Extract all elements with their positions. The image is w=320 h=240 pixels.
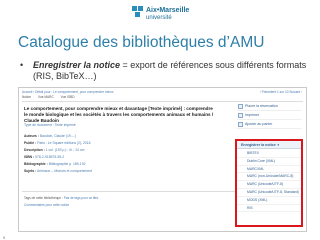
actions-sidebar: Placer la réservation Imprimer Ajouter a… [237, 102, 301, 129]
action-label: Placer la réservation [245, 104, 278, 108]
hold-icon [238, 104, 243, 109]
bullet-bold: Enregistrer la notice [33, 60, 121, 70]
record-doc-type: Type de document : Texte imprimé [24, 123, 76, 127]
field-published: Publié : Paris : Le Square éditions (2),… [24, 141, 91, 145]
field-value: Bibliographie p. 189-192 [48, 162, 86, 166]
action-label: Imprimer [245, 113, 260, 117]
chevron-down-icon: ▼ [276, 143, 280, 147]
logo-text: Aix•Marseille [146, 7, 190, 14]
export-format-item[interactable]: MODS (XML) [237, 197, 301, 205]
comments-link[interactable]: Commentaires pour cette notice [24, 203, 69, 207]
export-format-list: BIBTEX Dublin Core (XML) MARCXML MARC (n… [237, 149, 301, 213]
logo-mark-icon [132, 6, 144, 18]
field-label: Publié : [24, 141, 37, 145]
field-label: ISBN : [24, 155, 35, 159]
tags-label: Tags de cette bibliothèque : [24, 196, 63, 200]
print-icon [238, 113, 243, 118]
export-format-item[interactable]: MARCXML [237, 166, 301, 174]
slide-title: Catalogue des bibliothèques d’AMU [18, 34, 265, 51]
field-authors: Auteurs : Baudoin, Claude (19..-.) [24, 134, 76, 138]
export-format-item[interactable]: BIBTEX [237, 150, 301, 158]
amu-logo: Aix•Marseille université [132, 4, 190, 34]
field-value: 1 vol. (193 p.) : ill. ; 24 cm [45, 148, 85, 152]
export-format-item[interactable]: MARC (Unicode/UTF-8) [237, 181, 301, 189]
action-place-hold[interactable]: Placer la réservation [237, 102, 301, 111]
action-label: Ajouter au panier [245, 122, 273, 126]
field-value[interactable]: Paris : Le Square éditions (2), 2016 [37, 141, 90, 145]
catalogue-screenshot: Accueil › Détail pour : Le comportement,… [18, 87, 307, 232]
tab-isbd[interactable]: Vue ISBD [61, 95, 75, 99]
logo-subtext: université [146, 15, 172, 21]
field-label: Auteurs : [24, 134, 39, 138]
export-format-item[interactable]: MARC (Unicode/UTF-8, Standard) [237, 189, 301, 197]
field-label: Description : [24, 148, 45, 152]
export-dropdown: Enregistrer la notice ▼ BIBTEX Dublin Co… [235, 139, 303, 227]
result-pager[interactable]: ‹ Précédent 1 sur 10 Suivant › [260, 90, 302, 94]
field-label: Sujets : [24, 169, 37, 173]
cart-icon [238, 122, 243, 127]
bullet-text: Enregistrer la notice = export de référe… [33, 60, 313, 82]
action-print[interactable]: Imprimer [237, 111, 301, 120]
field-isbn: ISBN : 978-2-918575-59-2 [24, 155, 64, 159]
field-subjects: Sujets : Animaux -- Moeurs et comporteme… [24, 169, 92, 173]
field-value[interactable]: Baudoin, Claude (19..-.) [40, 134, 76, 138]
tags-line: Tags de cette bibliothèque : Pas de tags… [24, 196, 99, 200]
field-value[interactable]: Animaux -- Moeurs et comportement [37, 169, 92, 173]
tags-value: Pas de tags pour ce titre. [63, 196, 100, 200]
record-tabs: Notice Vue MARC Vue ISBD [22, 95, 81, 99]
action-add-to-cart[interactable]: Ajouter au panier [237, 120, 301, 129]
bullet-marker: • [20, 60, 24, 70]
field-label: Bibliographie : [24, 162, 48, 166]
field-description: Description : 1 vol. (193 p.) : ill. ; 2… [24, 148, 85, 152]
record-title: Le comportement, pour comprendre mieux e… [24, 106, 214, 123]
field-bibliography: Bibliographie : Bibliographie p. 189-192 [24, 162, 85, 166]
breadcrumb[interactable]: Accueil › Détail pour : Le comportement,… [22, 90, 113, 94]
export-label: Enregistrer la notice [241, 143, 276, 147]
export-button[interactable]: Enregistrer la notice ▼ [237, 141, 301, 149]
field-value: 978-2-918575-59-2 [35, 155, 65, 159]
export-format-item[interactable]: MARC (non-Unicode/MARC-8) [237, 173, 301, 182]
page-number: 5 [3, 235, 6, 240]
export-format-item[interactable]: RIS [237, 205, 301, 213]
export-format-item[interactable]: Dublin Core (XML) [237, 158, 301, 166]
tab-marc[interactable]: Vue MARC [38, 95, 54, 99]
tab-notice[interactable]: Notice [22, 95, 31, 99]
